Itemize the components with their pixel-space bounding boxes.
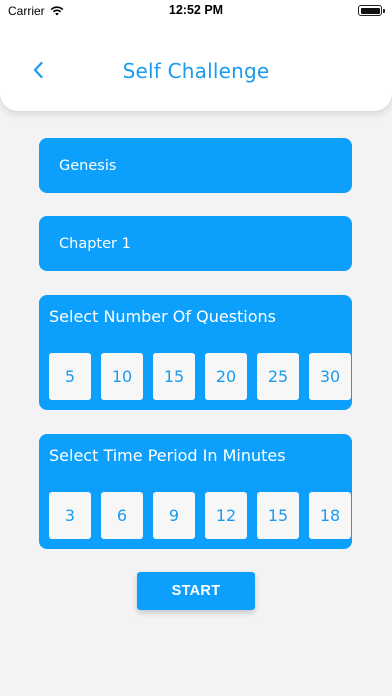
page-title: Self Challenge <box>122 59 270 83</box>
questions-options: 5 10 15 20 25 30 <box>49 353 351 400</box>
questions-card-title: Select Number Of Questions <box>49 307 277 326</box>
status-time: 12:52 PM <box>168 3 224 17</box>
app-header: Carrier 12:52 PM Self Challenge <box>0 0 392 111</box>
question-count-option[interactable]: 10 <box>101 353 143 400</box>
time-period-option[interactable]: 9 <box>153 492 195 539</box>
question-count-option[interactable]: 25 <box>257 353 299 400</box>
time-period-option[interactable]: 18 <box>309 492 351 539</box>
status-bar: Carrier 12:52 PM <box>0 0 392 22</box>
start-button[interactable]: START <box>137 572 255 610</box>
time-period-option[interactable]: 3 <box>49 492 91 539</box>
question-count-option[interactable]: 15 <box>153 353 195 400</box>
chapter-value: Chapter 1 <box>59 235 131 252</box>
questions-count-card: Select Number Of Questions 5 10 15 20 25… <box>39 295 352 410</box>
battery-level <box>360 7 380 14</box>
battery-icon <box>358 5 385 16</box>
time-period-card: Select Time Period In Minutes 3 6 9 12 1… <box>39 434 352 549</box>
time-period-option[interactable]: 15 <box>257 492 299 539</box>
question-count-option[interactable]: 20 <box>205 353 247 400</box>
book-value: Genesis <box>59 157 117 174</box>
time-period-option[interactable]: 6 <box>101 492 143 539</box>
time-period-option[interactable]: 12 <box>205 492 247 539</box>
time-card-title: Select Time Period In Minutes <box>49 446 286 465</box>
time-options: 3 6 9 12 15 18 <box>49 492 351 539</box>
question-count-option[interactable]: 5 <box>49 353 91 400</box>
book-select-field[interactable]: Genesis <box>39 138 352 193</box>
question-count-option[interactable]: 30 <box>309 353 351 400</box>
chapter-select-field[interactable]: Chapter 1 <box>39 216 352 271</box>
